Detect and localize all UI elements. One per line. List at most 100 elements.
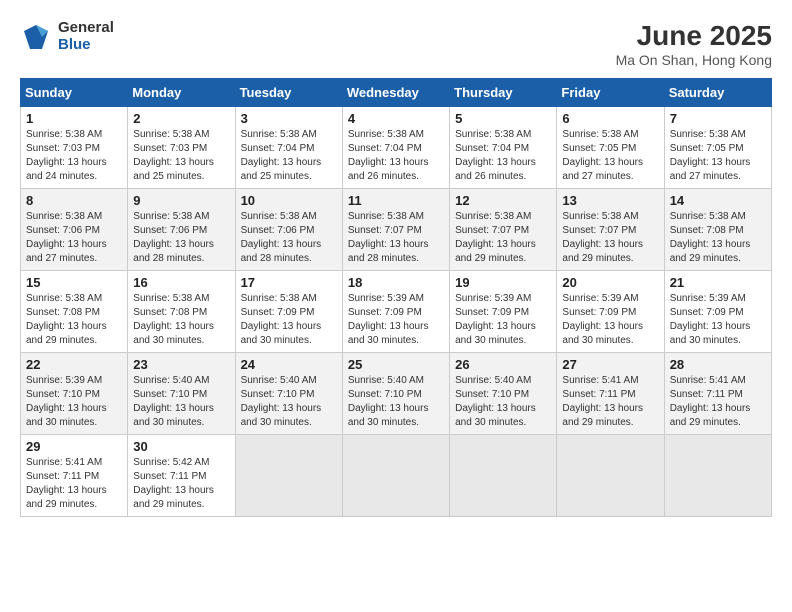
calendar-title: June 2025 xyxy=(616,20,772,52)
calendar-cell: 3 Sunrise: 5:38 AMSunset: 7:04 PMDaylight… xyxy=(235,107,342,189)
sunset: Sunset: 7:09 PM xyxy=(562,306,658,320)
calendar-cell: 13 Sunrise: 5:38 AMSunset: 7:07 PMDayligh… xyxy=(557,189,664,271)
day-info: Sunrise: 5:38 AMSunset: 7:04 PMDaylight:… xyxy=(241,128,337,184)
sunrise: Sunrise: 5:38 AM xyxy=(455,128,551,142)
sunrise: Sunrise: 5:38 AM xyxy=(26,128,122,142)
sunrise: Sunrise: 5:38 AM xyxy=(241,128,337,142)
sunrise: Sunrise: 5:38 AM xyxy=(348,128,444,142)
calendar-cell: 1Sunrise: 5:38 AMSunset: 7:03 PMDaylight… xyxy=(21,107,128,189)
daylight: Daylight: 13 hours and 28 minutes. xyxy=(348,238,444,266)
sunset: Sunset: 7:10 PM xyxy=(133,388,229,402)
daylight: Daylight: 13 hours and 29 minutes. xyxy=(455,238,551,266)
day-info: Sunrise: 5:38 AMSunset: 7:04 PMDaylight:… xyxy=(348,128,444,184)
week-row-3: 8Sunrise: 5:38 AMSunset: 7:06 PMDaylight… xyxy=(21,189,772,271)
daylight: Daylight: 13 hours and 30 minutes. xyxy=(562,320,658,348)
sunset: Sunset: 7:11 PM xyxy=(26,470,122,484)
calendar-cell: 18Sunrise: 5:39 AMSunset: 7:09 PMDayligh… xyxy=(342,271,449,353)
day-info: Sunrise: 5:38 AMSunset: 7:03 PMDaylight:… xyxy=(26,128,122,184)
daylight: Daylight: 13 hours and 25 minutes. xyxy=(133,156,229,184)
daylight: Daylight: 13 hours and 29 minutes. xyxy=(26,320,122,348)
sunset: Sunset: 7:10 PM xyxy=(348,388,444,402)
calendar-cell: 9Sunrise: 5:38 AMSunset: 7:06 PMDaylight… xyxy=(128,189,235,271)
daylight: Daylight: 13 hours and 29 minutes. xyxy=(562,238,658,266)
day-info: Sunrise: 5:40 AMSunset: 7:10 PMDaylight:… xyxy=(348,374,444,430)
sunrise: Sunrise: 5:38 AM xyxy=(348,210,444,224)
daylight: Daylight: 13 hours and 30 minutes. xyxy=(670,320,766,348)
day-info: Sunrise: 5:38 AMSunset: 7:08 PMDaylight:… xyxy=(670,210,766,266)
header-day-wednesday: Wednesday xyxy=(342,79,449,107)
sunset: Sunset: 7:06 PM xyxy=(241,224,337,238)
sunset: Sunset: 7:04 PM xyxy=(348,142,444,156)
sunrise: Sunrise: 5:39 AM xyxy=(26,374,122,388)
calendar-cell xyxy=(235,435,342,517)
sunset: Sunset: 7:08 PM xyxy=(670,224,766,238)
day-info: Sunrise: 5:42 AMSunset: 7:11 PMDaylight:… xyxy=(133,456,229,512)
day-number: 3 xyxy=(241,111,337,126)
logo-icon xyxy=(20,21,52,53)
day-info: Sunrise: 5:38 AMSunset: 7:06 PMDaylight:… xyxy=(26,210,122,266)
sunrise: Sunrise: 5:41 AM xyxy=(26,456,122,470)
sunset: Sunset: 7:08 PM xyxy=(133,306,229,320)
week-row-6: 29Sunrise: 5:41 AMSunset: 7:11 PMDayligh… xyxy=(21,435,772,517)
sunset: Sunset: 7:08 PM xyxy=(26,306,122,320)
day-info: Sunrise: 5:38 AMSunset: 7:07 PMDaylight:… xyxy=(562,210,658,266)
calendar-cell: 2Sunrise: 5:38 AMSunset: 7:03 PMDaylight… xyxy=(128,107,235,189)
calendar-cell: 11Sunrise: 5:38 AMSunset: 7:07 PMDayligh… xyxy=(342,189,449,271)
day-number: 17 xyxy=(241,275,337,290)
daylight: Daylight: 13 hours and 26 minutes. xyxy=(348,156,444,184)
day-number: 19 xyxy=(455,275,551,290)
calendar-cell: 29Sunrise: 5:41 AMSunset: 7:11 PMDayligh… xyxy=(21,435,128,517)
calendar-cell: 28Sunrise: 5:41 AMSunset: 7:11 PMDayligh… xyxy=(664,353,771,435)
sunset: Sunset: 7:07 PM xyxy=(562,224,658,238)
day-info: Sunrise: 5:38 AMSunset: 7:08 PMDaylight:… xyxy=(133,292,229,348)
sunset: Sunset: 7:09 PM xyxy=(670,306,766,320)
day-info: Sunrise: 5:40 AMSunset: 7:10 PMDaylight:… xyxy=(133,374,229,430)
day-info: Sunrise: 5:38 AMSunset: 7:09 PMDaylight:… xyxy=(241,292,337,348)
header-day-thursday: Thursday xyxy=(450,79,557,107)
daylight: Daylight: 13 hours and 30 minutes. xyxy=(348,402,444,430)
header: General Blue June 2025 Ma On Shan, Hong … xyxy=(20,20,772,68)
day-number: 8 xyxy=(26,193,122,208)
day-number: 20 xyxy=(562,275,658,290)
day-number: 24 xyxy=(241,357,337,372)
day-number: 22 xyxy=(26,357,122,372)
calendar-cell xyxy=(450,435,557,517)
daylight: Daylight: 13 hours and 30 minutes. xyxy=(455,320,551,348)
day-info: Sunrise: 5:38 AMSunset: 7:06 PMDaylight:… xyxy=(241,210,337,266)
sunrise: Sunrise: 5:42 AM xyxy=(133,456,229,470)
calendar-subtitle: Ma On Shan, Hong Kong xyxy=(616,52,772,68)
sunrise: Sunrise: 5:41 AM xyxy=(670,374,766,388)
daylight: Daylight: 13 hours and 28 minutes. xyxy=(241,238,337,266)
calendar-cell: 27Sunrise: 5:41 AMSunset: 7:11 PMDayligh… xyxy=(557,353,664,435)
day-info: Sunrise: 5:39 AMSunset: 7:10 PMDaylight:… xyxy=(26,374,122,430)
header-day-monday: Monday xyxy=(128,79,235,107)
day-number: 30 xyxy=(133,439,229,454)
sunrise: Sunrise: 5:40 AM xyxy=(455,374,551,388)
calendar-cell: 12Sunrise: 5:38 AMSunset: 7:07 PMDayligh… xyxy=(450,189,557,271)
day-number: 10 xyxy=(241,193,337,208)
sunset: Sunset: 7:07 PM xyxy=(455,224,551,238)
calendar-cell: 22 Sunrise: 5:39 AMSunset: 7:10 PMDayligh… xyxy=(21,353,128,435)
sunset: Sunset: 7:10 PM xyxy=(241,388,337,402)
day-info: Sunrise: 5:41 AMSunset: 7:11 PMDaylight:… xyxy=(670,374,766,430)
sunrise: Sunrise: 5:39 AM xyxy=(670,292,766,306)
day-info: Sunrise: 5:41 AMSunset: 7:11 PMDaylight:… xyxy=(562,374,658,430)
day-number: 4 xyxy=(348,111,444,126)
day-info: Sunrise: 5:40 AMSunset: 7:10 PMDaylight:… xyxy=(241,374,337,430)
day-info: Sunrise: 5:38 AMSunset: 7:07 PMDaylight:… xyxy=(455,210,551,266)
sunrise: Sunrise: 5:38 AM xyxy=(670,210,766,224)
sunrise: Sunrise: 5:38 AM xyxy=(133,210,229,224)
calendar-cell xyxy=(664,435,771,517)
day-number: 13 xyxy=(562,193,658,208)
sunrise: Sunrise: 5:38 AM xyxy=(670,128,766,142)
calendar-cell: 19 Sunrise: 5:39 AMSunset: 7:09 PMDayligh… xyxy=(450,271,557,353)
sunrise: Sunrise: 5:38 AM xyxy=(241,210,337,224)
daylight: Daylight: 13 hours and 30 minutes. xyxy=(241,320,337,348)
header-day-tuesday: Tuesday xyxy=(235,79,342,107)
day-number: 25 xyxy=(348,357,444,372)
day-info: Sunrise: 5:39 AMSunset: 7:09 PMDaylight:… xyxy=(455,292,551,348)
sunset: Sunset: 7:11 PM xyxy=(562,388,658,402)
day-number: 26 xyxy=(455,357,551,372)
calendar-table: SundayMondayTuesdayWednesdayThursdayFrid… xyxy=(20,78,772,517)
calendar-cell: 30 Sunrise: 5:42 AMSunset: 7:11 PMDayligh… xyxy=(128,435,235,517)
